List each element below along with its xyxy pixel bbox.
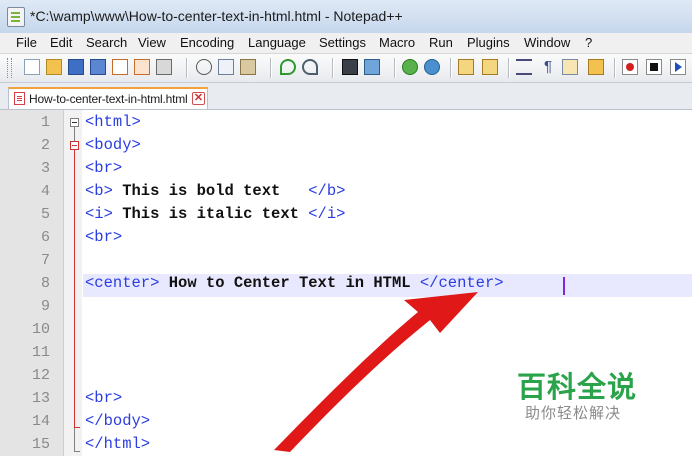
watermark-slogan: 助你轻松解决 — [525, 404, 622, 422]
watermark-logo-text: 百科全说 — [517, 370, 638, 404]
